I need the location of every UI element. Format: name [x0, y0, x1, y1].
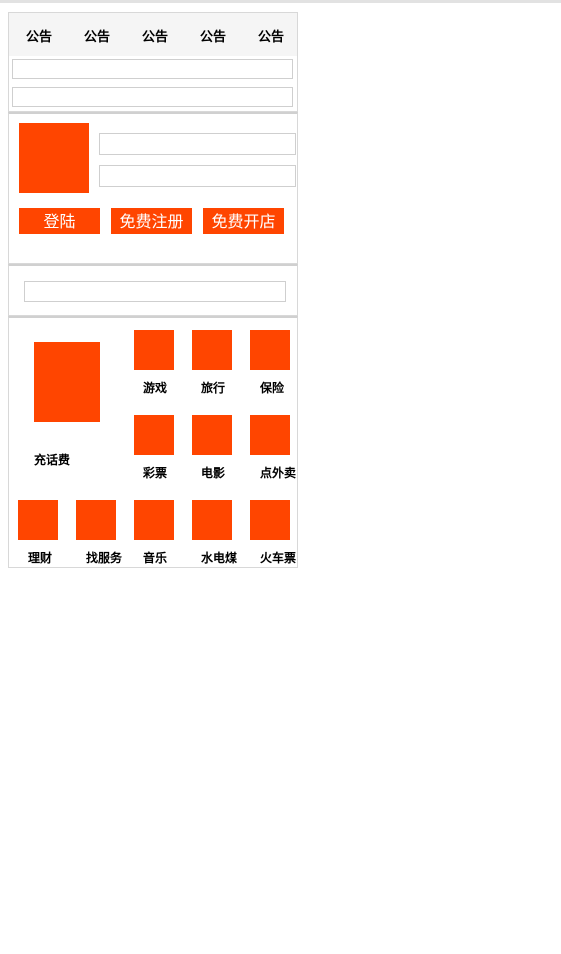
username-field[interactable] [99, 133, 296, 155]
train-ticket-icon[interactable] [250, 500, 290, 540]
search-input[interactable] [24, 281, 286, 302]
browser-top-border [0, 0, 561, 3]
password-field[interactable] [99, 165, 296, 187]
recharge-icon[interactable] [34, 342, 100, 422]
notice-line-2[interactable] [12, 87, 293, 107]
lottery-label[interactable]: 彩票 [143, 464, 167, 481]
insurance-label[interactable]: 保险 [260, 379, 284, 396]
notice-line-1[interactable] [12, 59, 293, 79]
login-panel: 登陆 免费注册 免费开店 [8, 112, 298, 264]
music-icon[interactable] [134, 500, 174, 540]
utilities-label[interactable]: 水电煤 [201, 549, 237, 566]
notice-tab-2[interactable]: 公告 [77, 26, 117, 45]
utilities-icon[interactable] [192, 500, 232, 540]
notice-tab-5[interactable]: 公告 [251, 26, 291, 45]
open-shop-button[interactable]: 免费开店 [203, 208, 284, 234]
finance-label[interactable]: 理财 [28, 549, 52, 566]
movie-icon[interactable] [192, 415, 232, 455]
insurance-icon[interactable] [250, 330, 290, 370]
travel-label[interactable]: 旅行 [201, 379, 225, 396]
notice-tabs: 公告 公告 公告 公告 公告 [9, 13, 297, 56]
finance-icon[interactable] [18, 500, 58, 540]
find-service-label[interactable]: 找服务 [86, 549, 122, 566]
train-ticket-label[interactable]: 火车票 [260, 549, 296, 566]
avatar [19, 123, 89, 193]
movie-label[interactable]: 电影 [201, 464, 225, 481]
lottery-icon[interactable] [134, 415, 174, 455]
takeout-icon[interactable] [250, 415, 290, 455]
games-label[interactable]: 游戏 [143, 379, 167, 396]
notice-tab-1[interactable]: 公告 [19, 26, 59, 45]
music-label[interactable]: 音乐 [143, 549, 167, 566]
find-service-icon[interactable] [76, 500, 116, 540]
services-panel: 充话费 游戏 旅行 保险 彩票 电影 点外卖 理财 找服务 音乐 水电煤 火车票 [8, 316, 298, 568]
travel-icon[interactable] [192, 330, 232, 370]
register-button[interactable]: 免费注册 [111, 208, 192, 234]
notice-tab-4[interactable]: 公告 [193, 26, 233, 45]
recharge-label[interactable]: 充话费 [34, 451, 70, 468]
login-button[interactable]: 登陆 [19, 208, 100, 234]
notice-tab-3[interactable]: 公告 [135, 26, 175, 45]
games-icon[interactable] [134, 330, 174, 370]
search-panel [8, 264, 298, 316]
takeout-label[interactable]: 点外卖 [260, 464, 296, 481]
notice-panel: 公告 公告 公告 公告 公告 [8, 12, 298, 112]
